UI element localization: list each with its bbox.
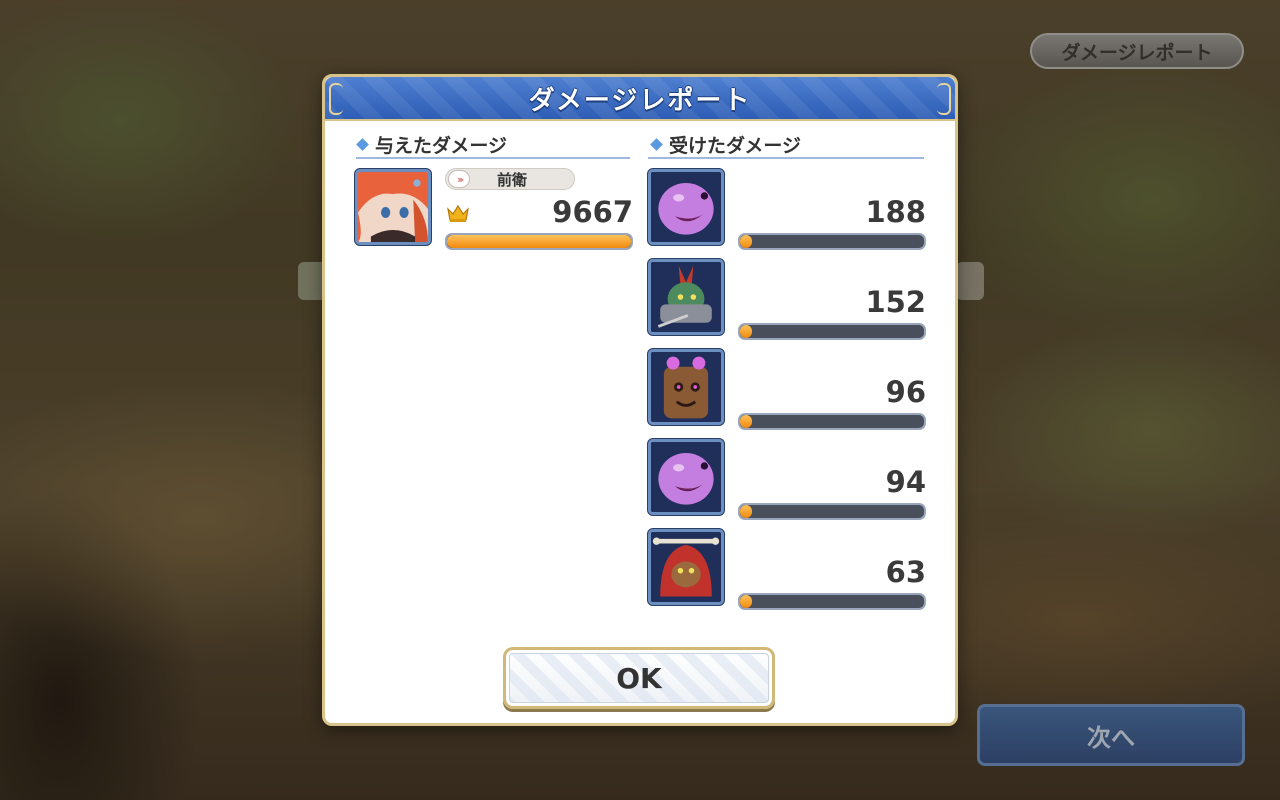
- purple-ghost-icon: [651, 442, 721, 512]
- received-damage-heading: 受けたダメージ: [650, 131, 802, 158]
- red-hood-goblin-icon: [651, 532, 721, 602]
- position-badge: ››› 前衛: [445, 168, 575, 190]
- header-ornament-icon: [937, 83, 951, 115]
- dealt-damage-value: 9667: [552, 195, 633, 229]
- ok-button[interactable]: OK: [503, 647, 775, 709]
- background-ui-element: [956, 262, 984, 300]
- dialog-header: ダメージレポート: [325, 77, 955, 121]
- enemy-portrait: [648, 259, 724, 335]
- divider: [648, 157, 924, 159]
- diamond-bullet-icon: [650, 138, 663, 151]
- position-label: 前衛: [496, 170, 527, 189]
- received-damage-value: 188: [865, 195, 926, 229]
- received-damage-bar: [738, 503, 926, 520]
- dealt-damage-bar-fill: [447, 235, 631, 248]
- dealt-damage-heading: 与えたダメージ: [356, 131, 508, 158]
- received-damage-bar-fill: [740, 505, 752, 518]
- received-damage-value: 96: [885, 375, 926, 409]
- received-damage-bar-fill: [740, 595, 752, 608]
- crown-icon: [447, 204, 469, 222]
- dialog-title: ダメージレポート: [528, 85, 752, 116]
- purple-ghost-icon: [651, 172, 721, 242]
- received-damage-bar-fill: [740, 415, 752, 428]
- damage-report-button[interactable]: ダメージレポート: [1030, 33, 1244, 69]
- armored-goblin-icon: [651, 262, 721, 332]
- next-button[interactable]: 次へ: [977, 704, 1245, 766]
- header-ornament-icon: [329, 83, 343, 115]
- diamond-bullet-icon: [356, 138, 369, 151]
- received-damage-value: 94: [885, 465, 926, 499]
- dealt-damage-title: 与えたダメージ: [375, 135, 508, 157]
- enemy-portrait: [648, 529, 724, 605]
- received-damage-bar-fill: [740, 325, 752, 338]
- received-damage-bar: [738, 233, 926, 250]
- received-damage-bar-fill: [740, 235, 752, 248]
- received-damage-value: 63: [885, 555, 926, 589]
- received-damage-value: 152: [865, 285, 926, 319]
- ally-portrait: [355, 169, 431, 245]
- received-damage-bar: [738, 323, 926, 340]
- received-damage-title: 受けたダメージ: [669, 135, 802, 157]
- enemy-portrait: [648, 439, 724, 515]
- received-damage-bar: [738, 593, 926, 610]
- chevron-right-icon: ›››: [448, 170, 470, 188]
- dealt-damage-bar: [445, 233, 633, 250]
- enemy-portrait: [648, 349, 724, 425]
- red-hair-girl-icon: [358, 172, 428, 242]
- divider: [356, 157, 630, 159]
- received-damage-bar: [738, 413, 926, 430]
- enemy-portrait: [648, 169, 724, 245]
- tree-stump-icon: [651, 352, 721, 422]
